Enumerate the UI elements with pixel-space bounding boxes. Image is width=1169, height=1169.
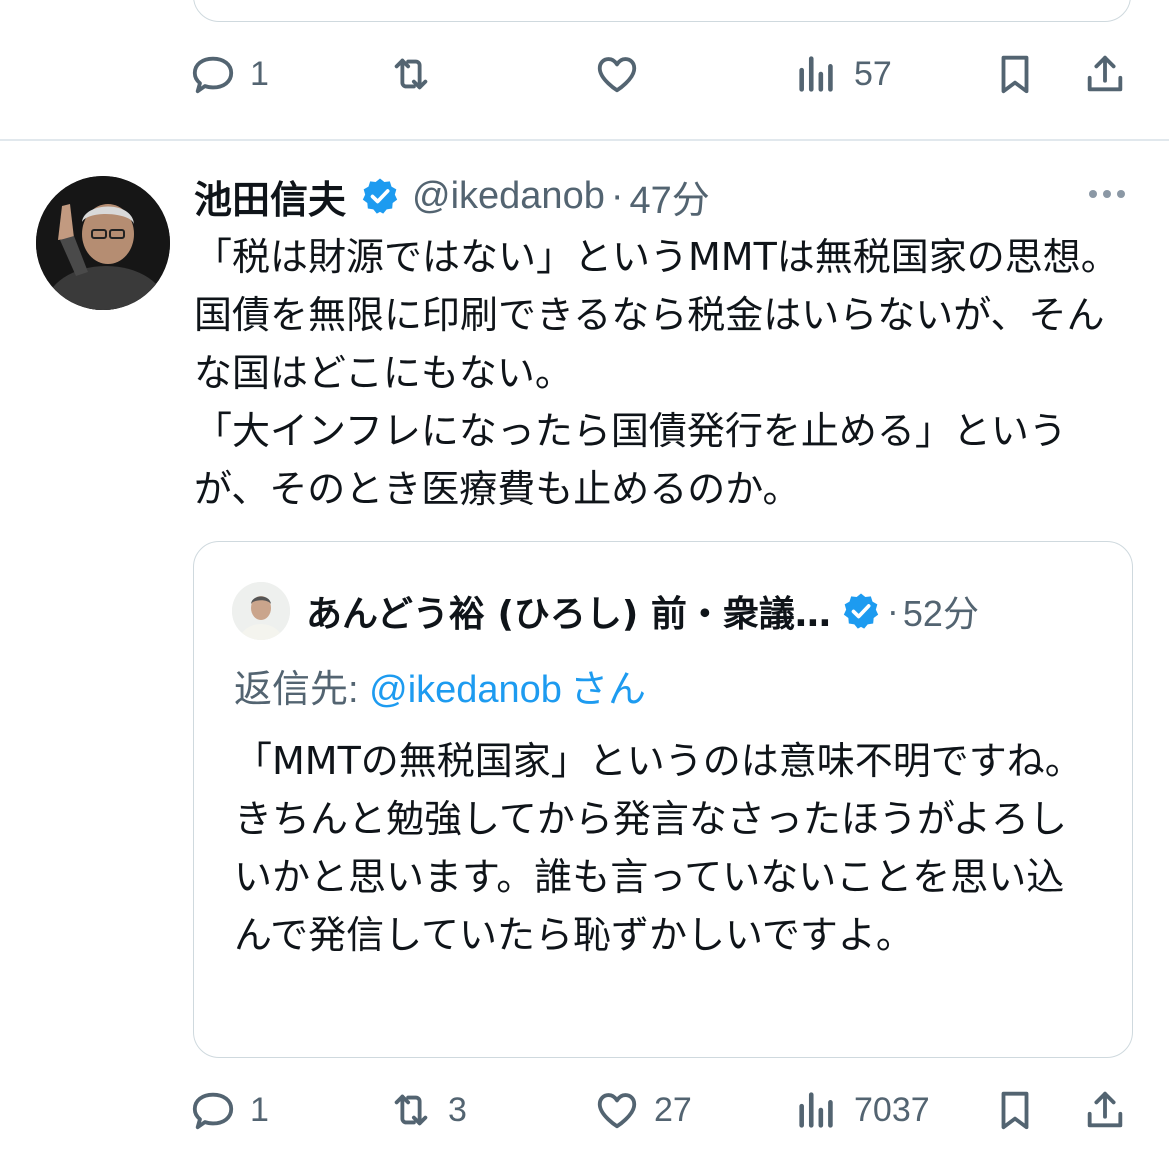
- views-button[interactable]: 57: [794, 44, 892, 104]
- bookmark-icon: [1001, 55, 1029, 94]
- tweet-time[interactable]: 47分: [630, 169, 710, 224]
- bookmark-button[interactable]: [992, 44, 1038, 104]
- reply-mention[interactable]: @ikedanob: [369, 669, 562, 711]
- like-icon: [597, 1093, 637, 1129]
- reply-icon: [192, 56, 234, 94]
- like-button[interactable]: 27: [594, 1080, 692, 1140]
- share-button[interactable]: [1082, 1080, 1128, 1140]
- separator-dot: ·: [610, 174, 624, 217]
- bookmark-button[interactable]: [992, 1080, 1038, 1140]
- quoted-avatar-photo: [232, 582, 290, 640]
- views-icon: [799, 1092, 833, 1128]
- retweet-icon: [394, 58, 428, 90]
- retweet-icon: [394, 1094, 428, 1126]
- views-button[interactable]: 7037: [794, 1080, 930, 1140]
- reply-suffix: さん: [569, 669, 646, 711]
- more-icon[interactable]: [1084, 178, 1130, 208]
- reply-button[interactable]: 1: [190, 1080, 269, 1140]
- reply-count: 1: [250, 54, 269, 93]
- views-count: 7037: [854, 1090, 930, 1129]
- views-count: 57: [854, 54, 892, 93]
- reply-count: 1: [250, 1090, 269, 1129]
- tweet-actions: 1 3 27 7037: [190, 1080, 1140, 1140]
- quoted-author-name: あんどう裕 (ひろし) 前・衆議…: [306, 594, 831, 635]
- reply-button[interactable]: 1: [190, 44, 269, 104]
- retweet-button[interactable]: [388, 44, 448, 104]
- like-button[interactable]: [594, 44, 654, 104]
- reply-prefix: 返信先:: [234, 669, 370, 711]
- like-icon: [597, 57, 637, 93]
- previous-quote-card[interactable]: [193, 0, 1131, 22]
- avatar[interactable]: [36, 176, 170, 310]
- like-count: 27: [654, 1090, 692, 1129]
- reply-icon: [192, 1092, 234, 1130]
- verified-badge-icon: [843, 593, 879, 629]
- share-button[interactable]: [1082, 44, 1128, 104]
- author-handle[interactable]: @ikedanob: [412, 175, 605, 218]
- retweet-count: 3: [448, 1090, 467, 1129]
- share-icon: [1087, 1091, 1123, 1128]
- share-icon: [1087, 55, 1123, 92]
- retweet-button[interactable]: 3: [388, 1080, 467, 1140]
- quoted-tweet-card[interactable]: あんどう裕 (ひろし) 前・衆議… · 52分 返信先: @ikedanob さん…: [193, 541, 1133, 1058]
- previous-tweet-actions: 1 57: [190, 44, 1140, 104]
- tweet-divider: [0, 139, 1169, 141]
- tweet-header: 池田信夫 @ikedanob · 47分: [194, 168, 710, 224]
- tweet-text: 「税は財源ではない」というMMTは無税国家の思想。国債を無限に印刷できるなら税金…: [194, 235, 1119, 511]
- quoted-reply-to: 返信先: @ikedanob さん: [234, 658, 646, 713]
- views-icon: [799, 56, 833, 92]
- quoted-tweet-text: 「MMTの無税国家」というのは意味不明ですね。きちんと勉強してから発言なさったほ…: [234, 739, 1083, 957]
- verified-badge-icon: [362, 178, 398, 214]
- quoted-avatar: [232, 582, 290, 640]
- quoted-separator-dot: ·: [886, 590, 899, 631]
- avatar-photo: [36, 176, 170, 310]
- quoted-header: あんどう裕 (ひろし) 前・衆議… · 52分: [306, 582, 979, 640]
- quoted-tweet-time: 52分: [902, 593, 979, 634]
- author-name[interactable]: 池田信夫: [194, 169, 346, 224]
- bookmark-icon: [1001, 1091, 1029, 1130]
